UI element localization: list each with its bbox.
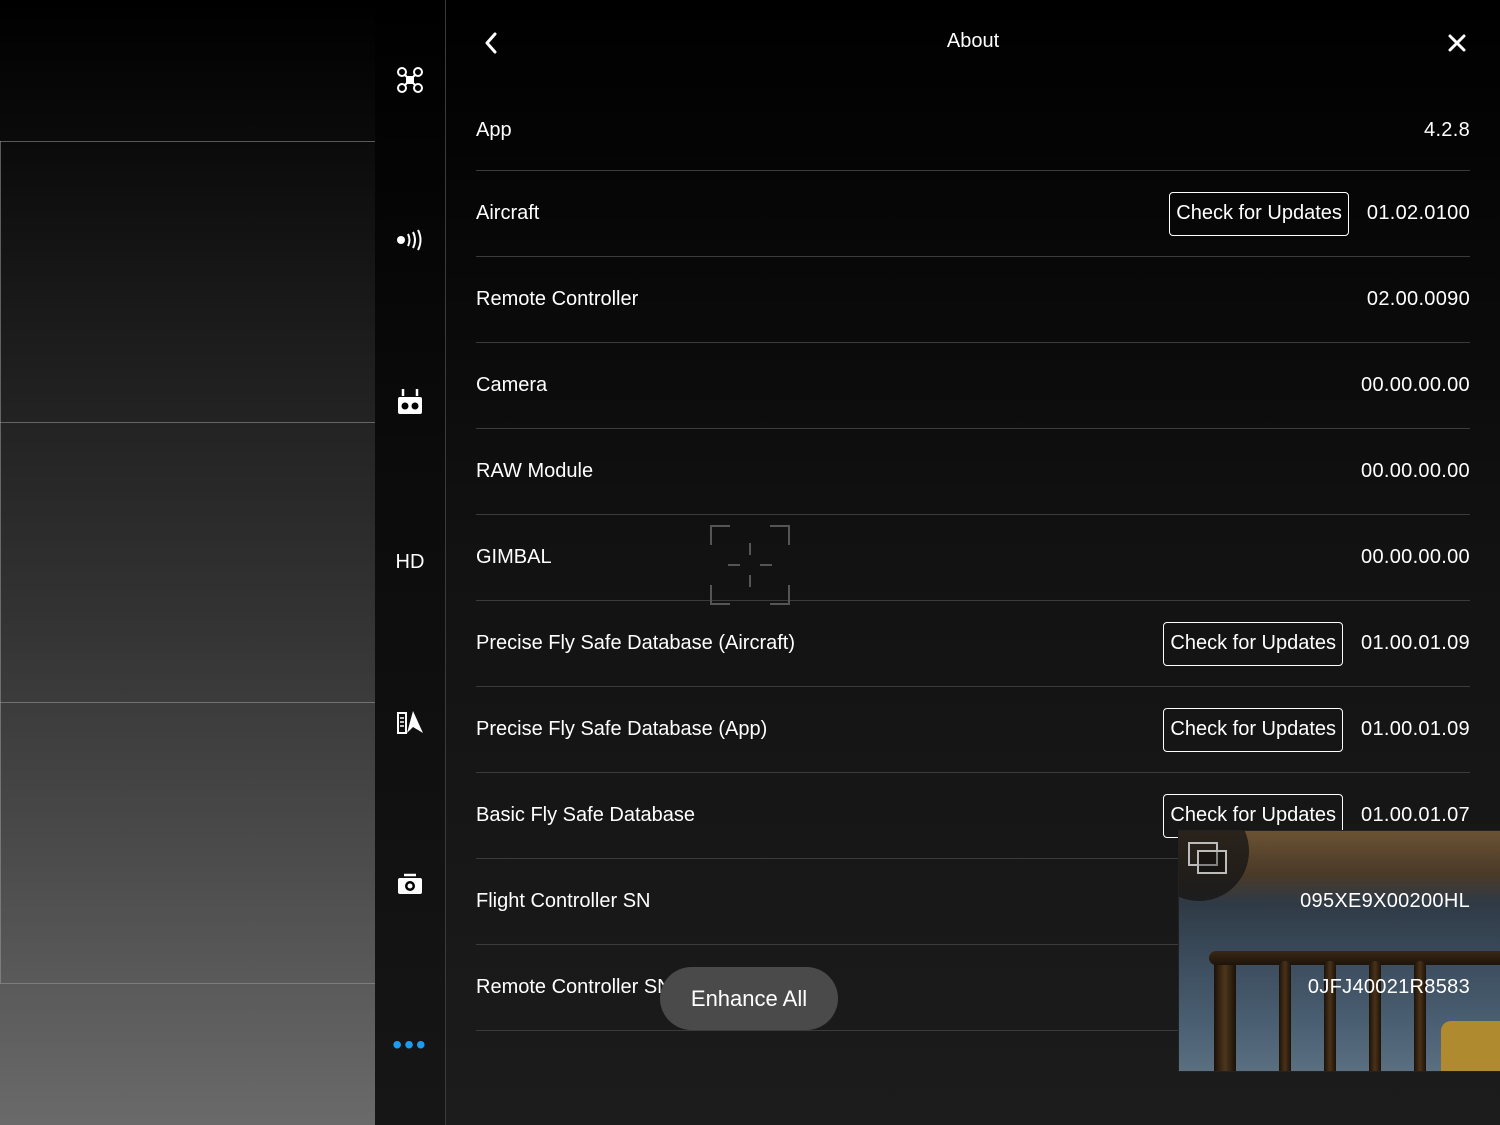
sidebar-item-camera[interactable]: [375, 864, 445, 904]
drone-icon: [397, 67, 423, 93]
thumbnail-scene: [1214, 951, 1236, 1071]
row-label: Remote Controller SN: [476, 976, 672, 998]
row-value: 02.00.0090: [1366, 288, 1470, 310]
row-value: 0JFJ40021R8583: [1307, 976, 1470, 998]
wireless-signal-icon: [397, 229, 422, 251]
sidebar-item-more[interactable]: •••: [375, 1025, 445, 1065]
sidebar-item-remote-controller[interactable]: [375, 382, 445, 422]
row-label: Camera: [476, 374, 548, 396]
row-label: Precise Fly Safe Database (App): [476, 718, 768, 740]
about-row-app: App 4.2.8: [476, 86, 1470, 171]
media-thumbnail[interactable]: [1178, 830, 1500, 1072]
map-pin-icon: [397, 711, 423, 734]
about-row-precise-db-aircraft: Precise Fly Safe Database (Aircraft) Che…: [476, 601, 1470, 687]
about-row-gimbal: GIMBAL 00.00.00.00: [476, 515, 1470, 601]
close-button[interactable]: [1442, 28, 1472, 58]
remote-controller-icon: [398, 389, 422, 414]
about-list: App 4.2.8 Aircraft Check for Updates 01.…: [476, 86, 1470, 1031]
enhance-all-button[interactable]: Enhance All: [660, 967, 838, 1030]
check-updates-aircraft-button[interactable]: Check for Updates: [1169, 191, 1349, 236]
grid-line: [0, 141, 1, 983]
row-label: GIMBAL: [476, 546, 552, 568]
row-value: 095XE9X00200HL: [1300, 890, 1470, 912]
check-updates-precise-aircraft-button[interactable]: Check for Updates: [1163, 621, 1344, 666]
about-row-precise-db-app: Precise Fly Safe Database (App) Check fo…: [476, 687, 1470, 773]
row-value: 00.00.00.00: [1361, 374, 1470, 396]
sidebar-item-map[interactable]: [375, 702, 445, 742]
sidebar-item-hd[interactable]: HD: [375, 542, 445, 582]
thumbnail-scene: [1209, 951, 1500, 965]
about-row-aircraft: Aircraft Check for Updates 01.02.0100: [476, 171, 1470, 257]
settings-sidebar: HD •••: [375, 0, 445, 1125]
row-value: 00.00.00.00: [1361, 460, 1470, 482]
row-label: Aircraft: [476, 202, 540, 224]
camera-feed: [0, 0, 375, 1125]
about-row-raw-module: RAW Module 00.00.00.00: [476, 429, 1470, 515]
check-updates-precise-app-button[interactable]: Check for Updates: [1163, 707, 1344, 752]
row-label: Flight Controller SN: [476, 890, 651, 912]
camera-icon: [398, 873, 422, 894]
more-dots-icon: •••: [392, 1029, 428, 1060]
row-label: App: [476, 119, 512, 141]
thumbnail-scene: [1441, 1021, 1500, 1071]
close-icon: [1448, 34, 1466, 52]
row-label: Precise Fly Safe Database (Aircraft): [476, 632, 795, 654]
hd-label: HD: [395, 550, 425, 573]
row-value: 01.00.01.07: [1361, 804, 1470, 826]
focus-reticle-icon: [710, 525, 790, 605]
row-value: 01.02.0100: [1366, 202, 1470, 224]
about-row-camera: Camera 00.00.00.00: [476, 343, 1470, 429]
row-label: Remote Controller: [476, 288, 639, 310]
thumbnail-scene: [1279, 961, 1291, 1071]
row-label: RAW Module: [476, 460, 594, 482]
row-label: Basic Fly Safe Database: [476, 804, 695, 826]
page-title: About: [946, 30, 1000, 52]
panel-header: About: [446, 0, 1500, 86]
gallery-icon[interactable]: [1187, 841, 1229, 877]
row-value: 01.00.01.09: [1361, 632, 1470, 654]
row-value: 00.00.00.00: [1361, 546, 1470, 568]
sidebar-item-aircraft[interactable]: [375, 60, 445, 100]
row-value: 4.2.8: [1424, 119, 1470, 141]
about-row-remote-controller: Remote Controller 02.00.0090: [476, 257, 1470, 343]
sidebar-item-signal[interactable]: [375, 220, 445, 260]
row-value: 01.00.01.09: [1361, 718, 1470, 740]
